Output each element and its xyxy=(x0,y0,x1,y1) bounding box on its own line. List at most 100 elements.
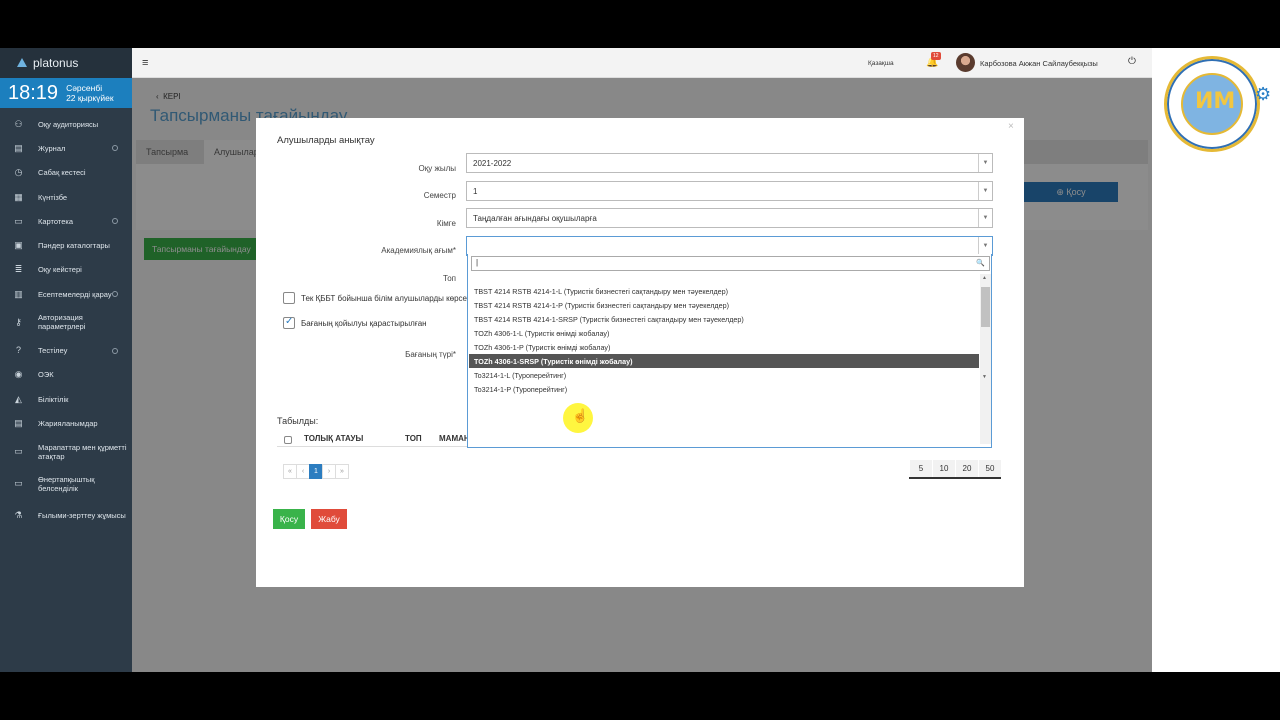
column-group[interactable]: ТОП xyxy=(405,434,422,443)
last-page-button[interactable]: » xyxy=(335,464,349,479)
avatar[interactable] xyxy=(956,53,975,72)
power-icon[interactable]: ⏻ xyxy=(1128,56,1136,67)
sidebar-item-label: Өнертапқыштық белсенділік xyxy=(38,474,95,493)
sidebar-item-calendar[interactable]: ▦ Күнтізбе xyxy=(0,185,132,209)
dropdown-option[interactable]: TOZh 4306-1-P (Туристік өнімді жобалау) xyxy=(469,340,979,354)
sidebar-item-cardfile[interactable]: ▭ Картотека xyxy=(0,209,132,233)
expand-icon xyxy=(112,291,118,298)
year-value: 2021-2022 xyxy=(473,159,512,168)
recipients-modal: × Алушыларды анықтау Оқу жылы 2021-2022 ▼… xyxy=(256,118,1024,587)
page-size-50[interactable]: 50 xyxy=(979,460,1001,477)
chevron-down-icon: ▼ xyxy=(978,237,992,255)
sidebar-item-research[interactable]: ⚗ Ғылыми-зерттеу жұмысы xyxy=(0,500,132,532)
page-1-button[interactable]: 1 xyxy=(309,464,323,479)
next-page-button[interactable]: › xyxy=(322,464,336,479)
sidebar-item-label: Картотека xyxy=(38,216,74,226)
sidebar-item-schedule[interactable]: ◷ Сабақ кестесі xyxy=(0,161,132,185)
year-select[interactable]: 2021-2022 ▼ xyxy=(466,153,993,173)
page-size-5[interactable]: 5 xyxy=(910,460,932,477)
dropdown-option-selected[interactable]: TOZh 4306-1-SRSP (Туристік өнімді жобала… xyxy=(469,354,979,368)
sidebar-item-inventions[interactable]: ▭ Өнертапқыштық белсенділік xyxy=(0,468,132,500)
prev-page-button[interactable]: ‹ xyxy=(296,464,310,479)
close-icon[interactable]: × xyxy=(1008,121,1014,132)
clock-widget: 18:19 Сәрсенбі 22 қыркүйек xyxy=(0,78,132,108)
sidebar-item-label: Тестілеу xyxy=(38,346,68,356)
semester-label: Семестр xyxy=(423,191,456,200)
pagination: « ‹ 1 › » xyxy=(283,464,349,479)
sidebar-item-auth-params[interactable]: ⚷ Авторизация параметрлері xyxy=(0,306,132,338)
sidebar-item-reports[interactable]: ▥ Есептемелерді қарау xyxy=(0,282,132,306)
bell-icon[interactable]: 🔔 12 xyxy=(926,52,941,68)
clock-icon: ◷ xyxy=(14,167,23,178)
dropdown-scrollbar[interactable]: ▲ ▼ xyxy=(980,274,991,444)
clock-weekday: Сәрсенбі xyxy=(66,83,103,93)
sidebar-item-label: Ғылыми-зерттеу жұмысы xyxy=(38,511,126,521)
dropdown-search-input[interactable]: | 🔍 xyxy=(471,256,990,271)
dropdown-option[interactable]: TOZh 4306-1-L (Туристік өнімді жобалау) xyxy=(469,326,979,340)
sidebar-item-label: Күнтізбе xyxy=(38,192,68,202)
scroll-down-icon[interactable]: ▼ xyxy=(982,374,987,380)
first-page-button[interactable]: « xyxy=(283,464,297,479)
semester-select[interactable]: 1 ▼ xyxy=(466,181,993,201)
menu-toggle-icon[interactable]: ≡ xyxy=(142,57,148,69)
sidebar-item-label: Есептемелерді қарау xyxy=(38,289,112,299)
dropdown-option[interactable]: TBST 4214 RSTB 4214-1-P (Туристік бизнес… xyxy=(469,298,979,312)
stream-select[interactable]: ▼ xyxy=(466,236,993,256)
platonus-logo-icon xyxy=(16,57,28,69)
page-size-20[interactable]: 20 xyxy=(956,460,978,477)
sidebar-item-classroom[interactable]: ⚇ Оқу аудиториясы xyxy=(0,112,132,136)
language-selector[interactable]: Қазақша xyxy=(868,60,894,67)
sidebar-item-catalogs[interactable]: ▣ Пәндер каталогтары xyxy=(0,233,132,257)
modal-close-button[interactable]: Жабу xyxy=(311,509,347,529)
scroll-up-icon[interactable]: ▲ xyxy=(982,275,987,281)
flask-icon: ⚗ xyxy=(14,510,23,521)
sidebar-item-cases[interactable]: ≣ Оқу кейстері xyxy=(0,258,132,282)
column-specialty[interactable]: МАМАН xyxy=(439,434,470,443)
column-full-name[interactable]: ТОЛЫҚ АТАУЫ xyxy=(304,434,363,443)
table-header: ТОЛЫҚ АТАУЫ ТОП МАМАН xyxy=(277,431,470,447)
group-label: Топ xyxy=(442,274,456,283)
app-frame: platonus 18:19 Сәрсенбі 22 қыркүйек ⚇ Оқу… xyxy=(0,48,1280,672)
journal-icon: ▤ xyxy=(14,142,23,153)
select-all-checkbox[interactable] xyxy=(284,436,292,444)
sidebar-item-qualification[interactable]: ◭ Біліктілік xyxy=(0,387,132,411)
dropdown-option[interactable]: To3214-1-P (Туроперейтинг) xyxy=(469,382,979,396)
sidebar-item-testing[interactable]: ? Тестілеу xyxy=(0,338,132,362)
page-size-10[interactable]: 10 xyxy=(933,460,955,477)
right-strip: ⚙ xyxy=(1152,48,1280,672)
brand-logo[interactable]: platonus xyxy=(0,48,132,78)
sidebar-item-journal[interactable]: ▤ Журнал xyxy=(0,136,132,160)
scroll-thumb[interactable] xyxy=(981,287,990,327)
sidebar-item-label: Біліктілік xyxy=(38,394,69,404)
question-icon: ? xyxy=(15,345,21,356)
seal-emblem xyxy=(1181,73,1243,135)
user-name[interactable]: Карбозова Акжан Сайлаубекқызы xyxy=(980,59,1098,68)
sidebar-item-label: Сабақ кестесі xyxy=(38,168,86,178)
expand-icon xyxy=(112,347,118,354)
recipient-type-label: Кімге xyxy=(436,219,456,228)
disc-icon: ◉ xyxy=(14,369,23,380)
invention-icon: ▭ xyxy=(14,478,23,489)
semester-value: 1 xyxy=(473,187,478,196)
grading-checkbox[interactable] xyxy=(283,316,295,329)
expand-icon xyxy=(112,145,118,152)
award-icon: ▭ xyxy=(14,446,23,457)
calendar-icon: ▦ xyxy=(14,191,23,202)
page-size-selector: 5 10 20 50 xyxy=(909,460,1001,479)
brand-name: platonus xyxy=(33,56,79,70)
chevron-down-icon: ▼ xyxy=(978,209,992,227)
gear-icon[interactable]: ⚙ xyxy=(1255,84,1271,105)
sidebar-item-oek[interactable]: ◉ ОЭК xyxy=(0,363,132,387)
sidebar-item-awards[interactable]: ▭ Марапаттар мен құрметті атақтар xyxy=(0,436,132,468)
sidebar-item-publications[interactable]: ▤ Жарияланымдар xyxy=(0,411,132,435)
only-kbbt-checkbox[interactable] xyxy=(283,292,295,304)
key-icon: ⚷ xyxy=(15,316,22,327)
dropdown-option[interactable]: TBST 4214 RSTB 4214-1-SRSP (Туристік биз… xyxy=(469,312,979,326)
search-icon: 🔍 xyxy=(976,260,985,267)
recipient-type-select[interactable]: Таңдалған ағындағы оқушыларға ▼ xyxy=(466,208,993,228)
dropdown-option[interactable]: To3214-1-L (Туроперейтинг) xyxy=(469,368,979,382)
folder-icon: ▭ xyxy=(14,215,23,226)
modal-add-button[interactable]: Қосу xyxy=(273,509,305,529)
dropdown-option[interactable]: TBST 4214 RSTB 4214-1-L (Туристік бизнес… xyxy=(469,284,979,298)
grade-type-label: Бағаның түрі* xyxy=(405,350,456,359)
